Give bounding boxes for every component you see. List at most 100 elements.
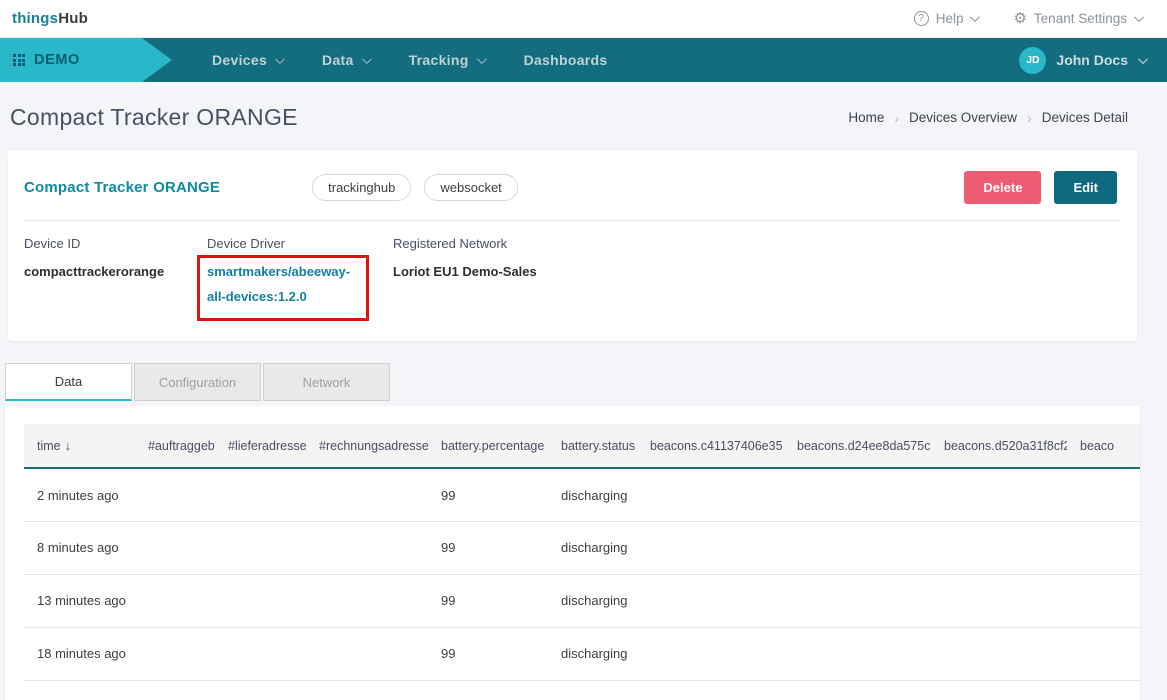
device-field-value: smartmakers/abeeway-all-devices:1.2.0	[207, 264, 350, 304]
device-field-value-wrap: smartmakers/abeeway-all-devices:1.2.0	[197, 255, 369, 321]
column-header[interactable]: beaco	[1067, 424, 1140, 468]
column-header[interactable]: #rechnungsadresse	[306, 424, 428, 468]
table-cell	[1067, 574, 1140, 627]
table-row[interactable]: 2 minutes ago99discharging	[24, 468, 1140, 521]
table-cell	[637, 521, 784, 574]
column-header[interactable]: #lieferadresse	[215, 424, 306, 468]
table-row[interactable]: 13 minutes ago99discharging	[24, 574, 1140, 627]
delete-button[interactable]: Delete	[964, 171, 1041, 204]
main-navbar: DEMO Devices Data Tracking Dashboards	[0, 38, 1167, 82]
sort-desc-icon: ↓	[65, 438, 72, 453]
table-cell	[215, 627, 306, 680]
table-cell	[135, 627, 215, 680]
column-header[interactable]: time↓	[24, 424, 135, 468]
table-cell	[135, 521, 215, 574]
table-cell	[784, 680, 931, 700]
table-row[interactable]: 18 minutes ago99discharging	[24, 627, 1140, 680]
app-logo[interactable]: thingsHub	[12, 10, 88, 27]
chevron-down-icon	[477, 54, 487, 64]
tenant-switcher[interactable]: DEMO	[0, 38, 172, 82]
nav-item-label: Data	[322, 52, 354, 68]
nav-item-label: Devices	[212, 52, 267, 68]
table-cell: 24 minutes ago	[24, 680, 135, 700]
table-cell	[215, 574, 306, 627]
table-cell: 99	[428, 627, 548, 680]
chevron-down-icon	[1134, 12, 1144, 22]
logo-prefix: things	[12, 10, 58, 27]
page-title: Compact Tracker ORANGE	[10, 104, 298, 131]
nav-item[interactable]: Tracking	[409, 52, 484, 68]
table-cell	[784, 468, 931, 521]
device-tags: trackinghub websocket	[312, 174, 518, 201]
data-table-card: time↓#auftraggeber#lieferadresse#rechnun…	[5, 406, 1140, 700]
table-cell	[637, 627, 784, 680]
table-cell	[784, 521, 931, 574]
tenant-name: DEMO	[34, 52, 80, 68]
breadcrumb-item[interactable]: Devices Overview	[909, 110, 1017, 125]
nav-item[interactable]: Devices	[212, 52, 282, 68]
nav-item-label: Tracking	[409, 52, 469, 68]
table-cell	[306, 680, 428, 700]
table-cell	[135, 680, 215, 700]
device-card: Compact Tracker ORANGE trackinghub webso…	[8, 151, 1137, 341]
table-row[interactable]: 24 minutes ago99discharging	[24, 680, 1140, 700]
tenant-settings-menu[interactable]: ⚙ Tenant Settings	[1013, 11, 1141, 26]
table-cell: discharging	[548, 680, 637, 700]
table-cell: 13 minutes ago	[24, 574, 135, 627]
table-cell	[784, 627, 931, 680]
table-cell: 8 minutes ago	[24, 521, 135, 574]
help-label: Help	[936, 11, 964, 26]
table-cell	[135, 468, 215, 521]
table-row[interactable]: 8 minutes ago99discharging	[24, 521, 1140, 574]
device-field-value: compacttrackerorange	[24, 264, 164, 279]
table-cell: 99	[428, 574, 548, 627]
breadcrumb-separator: ›	[1027, 110, 1032, 126]
tenant-settings-label: Tenant Settings	[1034, 11, 1127, 26]
table-cell	[306, 574, 428, 627]
device-tag[interactable]: websocket	[424, 174, 517, 201]
column-header[interactable]: beacons.d24ee8da575c	[784, 424, 931, 468]
table-cell: discharging	[548, 627, 637, 680]
breadcrumb-item[interactable]: Home	[848, 110, 884, 125]
table-cell	[215, 521, 306, 574]
column-header[interactable]: battery.status	[548, 424, 637, 468]
table-cell	[931, 680, 1067, 700]
breadcrumb-separator: ›	[894, 110, 899, 126]
column-header[interactable]: beacons.d520a31f8cf2	[931, 424, 1067, 468]
table-cell	[1067, 680, 1140, 700]
table-cell	[637, 468, 784, 521]
help-menu[interactable]: ? Help	[914, 11, 978, 26]
device-field-value: Loriot EU1 Demo-Sales	[393, 264, 537, 279]
topbar-menus: ? Help ⚙ Tenant Settings	[914, 11, 1141, 26]
table-cell	[1067, 468, 1140, 521]
table-cell	[931, 521, 1067, 574]
device-field-value-wrap: Loriot EU1 Demo-Sales	[393, 260, 537, 285]
edit-button[interactable]: Edit	[1054, 171, 1117, 204]
table-cell	[215, 680, 306, 700]
nav-item[interactable]: Data	[322, 52, 369, 68]
avatar: JD	[1019, 47, 1046, 74]
user-menu[interactable]: JD John Docs	[1019, 47, 1145, 74]
column-header[interactable]: battery.percentage	[428, 424, 548, 468]
tab[interactable]: Network	[263, 363, 390, 401]
tab[interactable]: Configuration	[134, 363, 261, 401]
tab[interactable]: Data	[5, 363, 132, 401]
column-header[interactable]: #auftraggeber	[135, 424, 215, 468]
data-table: time↓#auftraggeber#lieferadresse#rechnun…	[24, 424, 1140, 700]
chevron-down-icon	[1138, 54, 1148, 64]
breadcrumb-item[interactable]: Devices Detail	[1042, 110, 1128, 125]
detail-tabs: Data Configuration Network	[5, 363, 1167, 401]
table-header-row: time↓#auftraggeber#lieferadresse#rechnun…	[24, 424, 1140, 468]
table-cell	[931, 468, 1067, 521]
table-cell	[1067, 521, 1140, 574]
device-tag[interactable]: trackinghub	[312, 174, 411, 201]
help-icon: ?	[914, 11, 929, 26]
nav-item[interactable]: Dashboards	[524, 52, 608, 68]
device-field-label: Registered Network	[393, 236, 537, 251]
table-cell	[637, 574, 784, 627]
device-field-label: Device Driver	[207, 236, 393, 251]
column-header[interactable]: beacons.c41137406e35	[637, 424, 784, 468]
table-cell	[215, 468, 306, 521]
chevron-down-icon	[362, 54, 372, 64]
user-name: John Docs	[1056, 52, 1128, 68]
